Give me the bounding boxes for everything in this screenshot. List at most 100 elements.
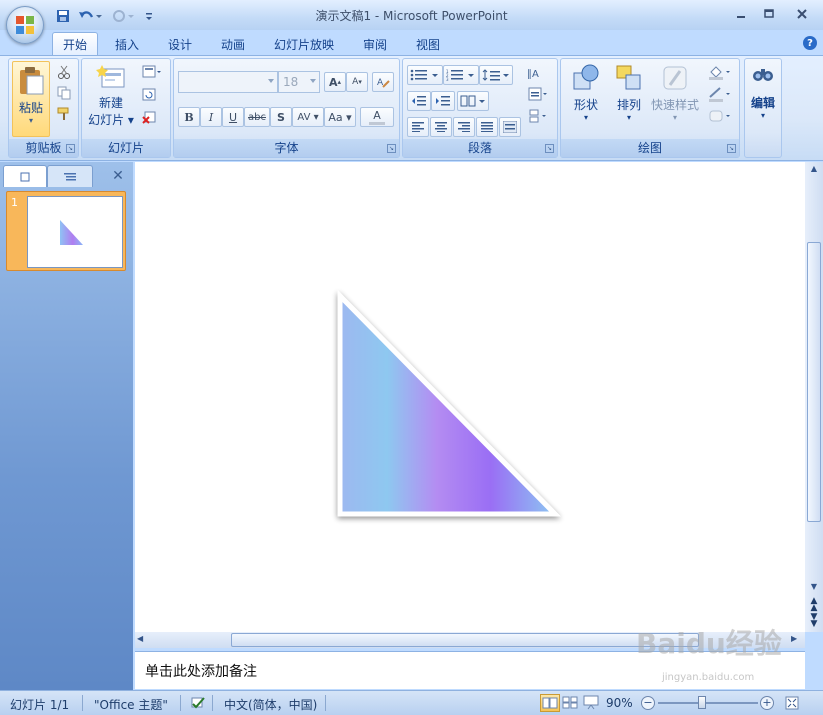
decrease-indent-icon[interactable] bbox=[407, 91, 431, 111]
italic-button[interactable]: I bbox=[200, 107, 222, 127]
slides-tab[interactable] bbox=[3, 165, 47, 187]
delete-slide-icon[interactable] bbox=[140, 108, 158, 126]
shape-fill-icon[interactable] bbox=[705, 63, 735, 81]
align-text-icon[interactable] bbox=[525, 85, 551, 103]
scroll-left-icon[interactable]: ◀ bbox=[137, 634, 149, 646]
underline-button[interactable]: U bbox=[222, 107, 244, 127]
status-separator bbox=[212, 695, 213, 711]
tab-insert[interactable]: 插入 bbox=[105, 33, 149, 55]
format-painter-icon[interactable] bbox=[55, 105, 73, 123]
paragraph-launcher[interactable]: ↘ bbox=[545, 144, 554, 153]
arrange-icon bbox=[616, 65, 641, 90]
pane-tabs: ✕ bbox=[3, 165, 131, 187]
cut-icon[interactable] bbox=[55, 63, 73, 81]
zoom-slider[interactable] bbox=[658, 702, 758, 704]
shapes-button[interactable]: 形状 ▾ bbox=[565, 63, 607, 135]
spell-check-icon[interactable] bbox=[190, 695, 206, 711]
strikethrough-button[interactable]: abc bbox=[244, 107, 270, 127]
shape-outline-icon[interactable] bbox=[705, 85, 735, 103]
tab-design[interactable]: 设计 bbox=[158, 33, 202, 55]
tab-animations[interactable]: 动画 bbox=[211, 33, 255, 55]
font-name-combo[interactable] bbox=[178, 71, 278, 93]
fit-to-window-icon[interactable] bbox=[784, 695, 800, 711]
baidu-watermark-url: jingyan.baidu.com bbox=[662, 672, 755, 683]
slide-sorter-icon[interactable] bbox=[561, 694, 581, 712]
office-button[interactable] bbox=[6, 6, 44, 44]
horizontal-scroll-thumb[interactable] bbox=[231, 633, 699, 647]
drawing-launcher[interactable]: ↘ bbox=[727, 144, 736, 153]
text-direction-icon[interactable]: ∥A bbox=[525, 63, 551, 81]
clipboard-launcher[interactable]: ↘ bbox=[66, 144, 75, 153]
minimize-button[interactable] bbox=[728, 5, 754, 23]
align-left-icon[interactable] bbox=[407, 117, 429, 137]
editing-group: 编辑 ▾ bbox=[744, 58, 782, 158]
right-triangle-shape[interactable] bbox=[135, 162, 807, 632]
notes-pane[interactable]: 单击此处添加备注 bbox=[135, 651, 805, 689]
font-color-button[interactable]: A bbox=[360, 107, 394, 127]
new-slide-label-2: 幻灯片 ▾ bbox=[88, 113, 134, 127]
columns-icon[interactable] bbox=[457, 91, 489, 111]
scroll-up-icon[interactable]: ▲ bbox=[807, 164, 821, 178]
layout-icon[interactable] bbox=[140, 63, 164, 81]
tab-view[interactable]: 视图 bbox=[406, 33, 450, 55]
grow-font-button[interactable]: A ▴ bbox=[324, 72, 346, 92]
text-shadow-button[interactable]: S bbox=[270, 107, 292, 127]
change-case-button[interactable]: Aa ▾ bbox=[324, 107, 356, 127]
editing-button[interactable]: 编辑 ▾ bbox=[747, 63, 779, 135]
font-group: 18 A ▴ A ▾ A B I U abc S AV ▾ Aa ▾ A 字体 ↘ bbox=[173, 58, 400, 158]
align-right-icon[interactable] bbox=[453, 117, 475, 137]
next-slide-icon[interactable]: ▼ ▼ bbox=[807, 613, 821, 629]
slides-group-label: 幻灯片 bbox=[82, 139, 170, 157]
bullets-icon[interactable] bbox=[407, 65, 443, 85]
zoom-out-icon[interactable]: − bbox=[641, 696, 655, 710]
normal-view-icon[interactable] bbox=[540, 694, 560, 712]
language[interactable]: 中文(简体，中国) bbox=[224, 696, 317, 713]
slide-thumbnail-image bbox=[27, 196, 123, 268]
quick-styles-button[interactable]: 快速样式 ▾ bbox=[649, 63, 701, 135]
editing-label: 编辑 bbox=[750, 96, 775, 110]
clear-format-icon[interactable]: A bbox=[372, 72, 394, 92]
distributed-icon[interactable] bbox=[499, 117, 521, 137]
previous-slide-icon[interactable]: ▲ ▲ bbox=[807, 597, 821, 613]
maximize-button[interactable] bbox=[756, 5, 782, 23]
outline-tab[interactable] bbox=[47, 165, 93, 187]
align-center-icon[interactable] bbox=[430, 117, 452, 137]
help-icon[interactable]: ? bbox=[803, 36, 817, 50]
slide-thumbnail[interactable]: 1 bbox=[6, 191, 126, 271]
copy-icon[interactable] bbox=[55, 84, 73, 102]
char-spacing-button[interactable]: AV ▾ bbox=[292, 107, 324, 127]
font-size-combo[interactable]: 18 bbox=[278, 71, 320, 93]
increase-indent-icon[interactable] bbox=[431, 91, 455, 111]
arrange-button[interactable]: 排列 ▾ bbox=[609, 63, 649, 135]
horizontal-scrollbar[interactable]: ◀ ▶ bbox=[135, 632, 805, 648]
justify-icon[interactable] bbox=[476, 117, 498, 137]
shape-effects-icon[interactable] bbox=[705, 107, 735, 125]
close-pane-icon[interactable]: ✕ bbox=[109, 165, 127, 187]
reset-icon[interactable] bbox=[140, 86, 158, 104]
slideshow-view-icon[interactable] bbox=[582, 694, 602, 712]
slide-thumbnail-number: 1 bbox=[11, 196, 18, 209]
scroll-down-icon[interactable]: ▼ bbox=[807, 582, 821, 594]
tab-slideshow[interactable]: 幻灯片放映 bbox=[264, 33, 344, 55]
notes-placeholder[interactable]: 单击此处添加备注 bbox=[145, 661, 257, 681]
slide-canvas[interactable] bbox=[135, 162, 807, 632]
scroll-right-icon[interactable]: ▶ bbox=[791, 634, 803, 646]
tab-home[interactable]: 开始 bbox=[52, 32, 99, 55]
bold-button[interactable]: B bbox=[178, 107, 200, 127]
status-separator bbox=[180, 695, 181, 711]
vertical-scrollbar[interactable]: ▲ ▼ ▲ ▲ ▼ ▼ bbox=[805, 162, 823, 632]
zoom-in-icon[interactable]: + bbox=[760, 696, 774, 710]
font-launcher[interactable]: ↘ bbox=[387, 144, 396, 153]
tab-review[interactable]: 审阅 bbox=[353, 33, 397, 55]
slides-outline-pane: ✕ 1 bbox=[0, 162, 133, 690]
close-button[interactable] bbox=[789, 5, 815, 23]
paste-button[interactable]: 粘贴 ▾ bbox=[12, 61, 50, 137]
zoom-slider-handle[interactable] bbox=[698, 696, 706, 709]
vertical-scroll-thumb[interactable] bbox=[807, 242, 821, 522]
shrink-font-button[interactable]: A ▾ bbox=[346, 72, 368, 92]
line-spacing-icon[interactable] bbox=[479, 65, 513, 85]
new-slide-button[interactable]: 新建 幻灯片 ▾ bbox=[85, 63, 137, 135]
zoom-level[interactable]: 90% bbox=[606, 696, 633, 710]
smartart-icon[interactable] bbox=[525, 107, 551, 125]
numbering-icon[interactable]: 123 bbox=[443, 65, 479, 85]
